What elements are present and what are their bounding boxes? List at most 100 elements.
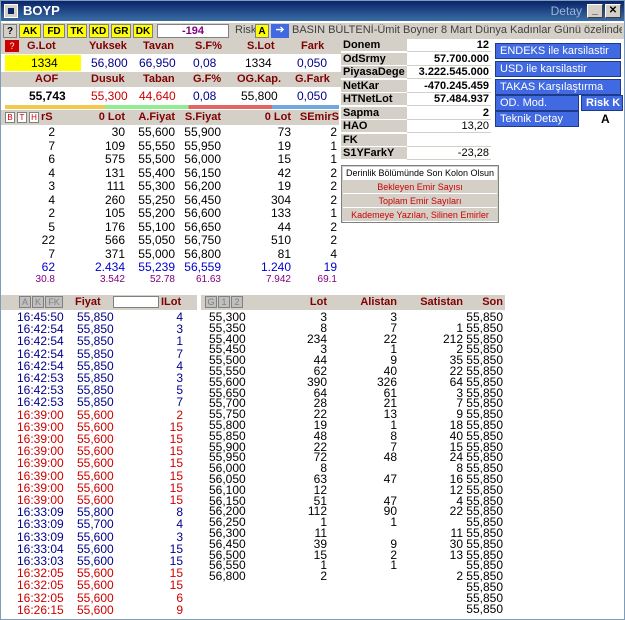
volume-row[interactable]: 55,300 3 3 55,850 bbox=[201, 310, 505, 324]
trade-row[interactable]: 16:32:05 55,600 15 bbox=[1, 566, 197, 580]
volume-row[interactable]: 55,850 bbox=[201, 591, 505, 605]
help-icon[interactable]: ? bbox=[3, 24, 17, 38]
tab-t[interactable]: T bbox=[17, 112, 27, 123]
title-bar[interactable]: BOYP Detay _ ✕ bbox=[1, 1, 624, 21]
volume-row[interactable]: 55,850 48 8 40 55,850 bbox=[201, 429, 505, 443]
trade-row[interactable]: 16:42:53 55,850 5 bbox=[1, 383, 197, 397]
summary2-v4: 55,800 bbox=[241, 89, 278, 103]
menu-item-pending-orders[interactable]: Bekleyen Emir Sayısı bbox=[343, 181, 497, 194]
tab-1[interactable]: 1 bbox=[218, 296, 230, 308]
tab-k[interactable]: K bbox=[32, 296, 44, 308]
tab-g[interactable]: G bbox=[205, 296, 217, 308]
tag-fd[interactable]: FD bbox=[43, 24, 65, 38]
minimize-button[interactable]: _ bbox=[587, 4, 603, 18]
help-icon-red[interactable]: ? bbox=[5, 40, 19, 52]
filter-input[interactable] bbox=[113, 296, 159, 308]
volume-row[interactable]: 55,700 28 21 7 55,850 bbox=[201, 396, 505, 410]
volume-row[interactable]: 55,650 64 61 3 55,850 bbox=[201, 386, 505, 400]
trade-row[interactable]: 16:32:05 55,600 6 bbox=[1, 591, 197, 605]
menu-item-total-orders[interactable]: Toplam Emir Sayıları bbox=[343, 195, 497, 208]
volume-row[interactable]: 56,300 11 11 55,850 bbox=[201, 526, 505, 540]
tag-dk[interactable]: DK bbox=[133, 24, 153, 38]
arrow-right-icon[interactable]: ➔ bbox=[271, 24, 289, 38]
menu-item-written-deleted[interactable]: Kademeye Yazılan, Silinen Emirler bbox=[343, 209, 497, 222]
volume-row[interactable]: 56,550 1 1 55,850 bbox=[201, 558, 505, 572]
trade-row[interactable]: 16:33:04 55,600 15 bbox=[1, 542, 197, 556]
trade-row[interactable]: 16:33:09 55,700 4 bbox=[1, 517, 197, 531]
depth-row[interactable]: 3 111 55,300 56,200 19 2 bbox=[1, 179, 339, 193]
volume-row[interactable]: 55,400 234 22 212 55,850 bbox=[201, 332, 505, 346]
tab-2[interactable]: 2 bbox=[231, 296, 243, 308]
volume-row[interactable]: 56,800 2 2 55,850 bbox=[201, 569, 505, 583]
volume-row[interactable]: 56,100 12 12 55,850 bbox=[201, 483, 505, 497]
volume-row[interactable]: 56,050 63 47 16 55,850 bbox=[201, 472, 505, 486]
endeks-compare-button[interactable]: ENDEKS ile karsilastir bbox=[495, 43, 621, 59]
depth-row[interactable]: 6 575 55,500 56,000 15 1 bbox=[1, 152, 339, 166]
depth-row[interactable]: 5 176 55,100 56,650 44 2 bbox=[1, 220, 339, 234]
trade-row[interactable]: 16:39:00 55,600 15 bbox=[1, 432, 197, 446]
trade-row[interactable]: 16:42:54 55,850 1 bbox=[1, 334, 197, 348]
trade-row[interactable]: 16:32:05 55,600 15 bbox=[1, 578, 197, 592]
depth-row[interactable]: 2 30 55,600 55,900 73 2 bbox=[1, 125, 339, 139]
trade-row[interactable]: 16:42:53 55,850 3 bbox=[1, 371, 197, 385]
trade-row[interactable]: 16:45:50 55,850 4 bbox=[1, 310, 197, 324]
volume-row[interactable]: 55,850 bbox=[201, 580, 505, 594]
depth-row[interactable]: 22 566 55,050 56,750 510 2 bbox=[1, 233, 339, 247]
trade-row[interactable]: 16:33:03 55,600 15 bbox=[1, 554, 197, 568]
risk-k-button[interactable]: Risk K bbox=[581, 95, 623, 111]
tag-ak[interactable]: AK bbox=[19, 24, 41, 38]
trade-row[interactable]: 16:42:54 55,850 4 bbox=[1, 359, 197, 373]
volume-row[interactable]: 55,450 3 1 2 55,850 bbox=[201, 342, 505, 356]
depth-cell: 105 bbox=[104, 206, 125, 220]
volume-row[interactable]: 56,500 15 2 13 55,850 bbox=[201, 548, 505, 562]
volume-row[interactable]: 56,450 39 9 30 55,850 bbox=[201, 537, 505, 551]
od-mod-button[interactable]: OD. Mod. bbox=[495, 95, 579, 111]
volume-row[interactable]: 55,800 19 1 18 55,850 bbox=[201, 418, 505, 432]
usd-compare-button[interactable]: USD ile karsilastir bbox=[495, 61, 621, 77]
menu-item-last-column[interactable]: Derinlik Bölümünde Son Kolon Olsun bbox=[343, 167, 497, 180]
depth-row[interactable]: 4 260 55,250 56,450 304 2 bbox=[1, 193, 339, 207]
volume-row[interactable]: 55,600 390 326 64 55,850 bbox=[201, 375, 505, 389]
trade-row[interactable]: 16:39:00 55,600 15 bbox=[1, 493, 197, 507]
depth-cell: 22 bbox=[41, 233, 55, 247]
tag-tk[interactable]: TK bbox=[67, 24, 87, 38]
summary2-header: AOF Dusuk Taban G.F% OG.Kap. G.Fark bbox=[1, 72, 341, 87]
depth-row[interactable]: 2 105 55,200 56,600 133 1 bbox=[1, 206, 339, 220]
tab-fk[interactable]: FK bbox=[45, 296, 63, 308]
trade-row[interactable]: 16:42:53 55,850 7 bbox=[1, 395, 197, 409]
teknik-detay-button[interactable]: Teknik Detay bbox=[495, 111, 579, 127]
trade-row[interactable]: 16:39:00 55,600 2 bbox=[1, 408, 197, 422]
trade-row[interactable]: 16:39:00 55,600 15 bbox=[1, 456, 197, 470]
trade-row[interactable]: 16:39:00 55,600 15 bbox=[1, 481, 197, 495]
depth-row[interactable]: 7 109 55,550 55,950 19 1 bbox=[1, 139, 339, 153]
volume-row[interactable]: 55,900 22 7 15 55,850 bbox=[201, 440, 505, 454]
volume-row[interactable]: 55,350 8 7 1 55,850 bbox=[201, 321, 505, 335]
trade-row[interactable]: 16:26:15 55,600 9 bbox=[1, 603, 197, 617]
tab-b[interactable]: B bbox=[5, 112, 15, 123]
depth-row[interactable]: 7 371 55,000 56,800 81 4 bbox=[1, 247, 339, 261]
volume-row[interactable]: 56,200 112 90 22 55,850 bbox=[201, 504, 505, 518]
trade-row[interactable]: 16:39:00 55,600 15 bbox=[1, 420, 197, 434]
trade-row[interactable]: 16:33:09 55,600 3 bbox=[1, 530, 197, 544]
trade-row[interactable]: 16:42:54 55,850 3 bbox=[1, 322, 197, 336]
volume-row[interactable]: 55,850 bbox=[201, 602, 505, 616]
tab-a[interactable]: A bbox=[19, 296, 31, 308]
tag-kd[interactable]: KD bbox=[89, 24, 109, 38]
volume-row[interactable]: 55,550 62 40 22 55,850 bbox=[201, 364, 505, 378]
tag-gr[interactable]: GR bbox=[111, 24, 131, 38]
news-ticker[interactable]: BASIN BÜLTENİ-Ümit Boyner 8 Mart Dünya K… bbox=[292, 24, 622, 36]
trade-row[interactable]: 16:33:09 55,800 8 bbox=[1, 505, 197, 519]
depth-row[interactable]: 4 131 55,400 56,150 42 2 bbox=[1, 166, 339, 180]
volume-row[interactable]: 55,500 44 9 35 55,850 bbox=[201, 353, 505, 367]
close-button[interactable]: ✕ bbox=[605, 4, 621, 18]
trade-row[interactable]: 16:39:00 55,600 15 bbox=[1, 469, 197, 483]
volume-row[interactable]: 55,750 22 13 9 55,850 bbox=[201, 407, 505, 421]
tab-h[interactable]: H bbox=[29, 112, 39, 123]
trade-row[interactable]: 16:42:54 55,850 7 bbox=[1, 347, 197, 361]
trade-row[interactable]: 16:39:00 55,600 15 bbox=[1, 444, 197, 458]
volume-row[interactable]: 56,000 8 8 55,850 bbox=[201, 461, 505, 475]
takas-compare-button[interactable]: TAKAS Karşılaştırma bbox=[495, 79, 621, 95]
volume-row[interactable]: 56,250 1 1 55,850 bbox=[201, 515, 505, 529]
volume-row[interactable]: 55,950 72 48 24 55,850 bbox=[201, 450, 505, 464]
volume-row[interactable]: 56,150 51 47 4 55,850 bbox=[201, 494, 505, 508]
